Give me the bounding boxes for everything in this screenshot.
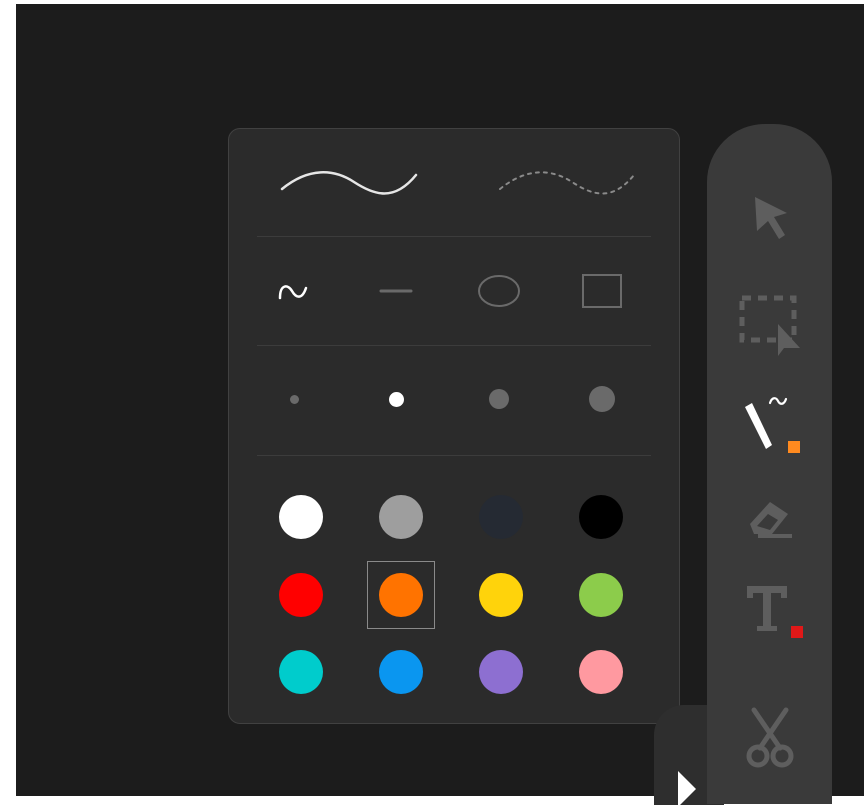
- color-swatch: [379, 573, 423, 617]
- color-swatch: [479, 495, 523, 539]
- dashed-stroke-option[interactable]: [487, 147, 647, 217]
- color-purple[interactable]: [471, 642, 531, 702]
- color-swatch: [479, 573, 523, 617]
- size-dot: [289, 394, 299, 404]
- ellipse-icon: [478, 275, 520, 307]
- caret-right-icon: [678, 771, 696, 807]
- color-black[interactable]: [571, 487, 631, 547]
- color-swatch: [279, 495, 323, 539]
- color-swatch: [479, 650, 523, 694]
- scissors-icon: [746, 707, 793, 768]
- pen-icon: [744, 397, 800, 453]
- size-dot: [589, 386, 615, 412]
- pen-settings-panel: [228, 128, 680, 724]
- color-swatch: [279, 650, 323, 694]
- color-swatch: [579, 495, 623, 539]
- smooth-stroke-option[interactable]: [269, 147, 429, 217]
- color-orange[interactable]: [367, 561, 435, 629]
- color-yellow[interactable]: [471, 565, 531, 625]
- line-shape-option[interactable]: [366, 261, 426, 321]
- color-swatch: [379, 495, 423, 539]
- lasso-select-icon: [739, 295, 800, 356]
- size-large-option[interactable]: [572, 369, 632, 429]
- lasso-select-tool[interactable]: [707, 290, 832, 360]
- pen-tool[interactable]: [707, 392, 832, 462]
- color-swatch: [379, 650, 423, 694]
- text-tool[interactable]: [707, 574, 832, 644]
- color-gray[interactable]: [371, 487, 431, 547]
- color-pink[interactable]: [571, 642, 631, 702]
- color-red[interactable]: [271, 565, 331, 625]
- color-dark-navy[interactable]: [471, 487, 531, 547]
- freehand-icon: [278, 285, 308, 300]
- size-small-option[interactable]: [366, 369, 426, 429]
- tool-sidebar: [707, 124, 832, 804]
- size-dot: [388, 391, 404, 407]
- divider: [257, 455, 651, 456]
- text-t-icon: [746, 586, 803, 638]
- select-tool[interactable]: [707, 182, 832, 252]
- dashed-stroke-icon: [499, 171, 635, 195]
- rectangle-shape-option[interactable]: [572, 261, 632, 321]
- scissors-tool[interactable]: [707, 702, 832, 772]
- size-dot: [489, 389, 509, 409]
- freehand-shape-option[interactable]: [264, 261, 324, 321]
- divider: [257, 345, 651, 346]
- color-blue[interactable]: [371, 642, 431, 702]
- color-swatch: [579, 573, 623, 617]
- size-extra-small-option[interactable]: [264, 369, 324, 429]
- smooth-stroke-icon: [280, 171, 418, 195]
- pen-color-indicator: [787, 441, 800, 453]
- ellipse-shape-option[interactable]: [469, 261, 529, 321]
- eraser-tool[interactable]: [707, 482, 832, 552]
- color-cyan[interactable]: [271, 642, 331, 702]
- text-color-indicator: [790, 626, 803, 638]
- color-swatch: [279, 573, 323, 617]
- line-icon: [379, 289, 413, 293]
- size-medium-option[interactable]: [469, 369, 529, 429]
- rectangle-icon: [582, 274, 622, 308]
- divider: [257, 236, 651, 237]
- color-white[interactable]: [271, 487, 331, 547]
- color-swatch: [579, 650, 623, 694]
- color-green[interactable]: [571, 565, 631, 625]
- eraser-icon: [749, 502, 792, 538]
- cursor-arrow-icon: [754, 197, 787, 239]
